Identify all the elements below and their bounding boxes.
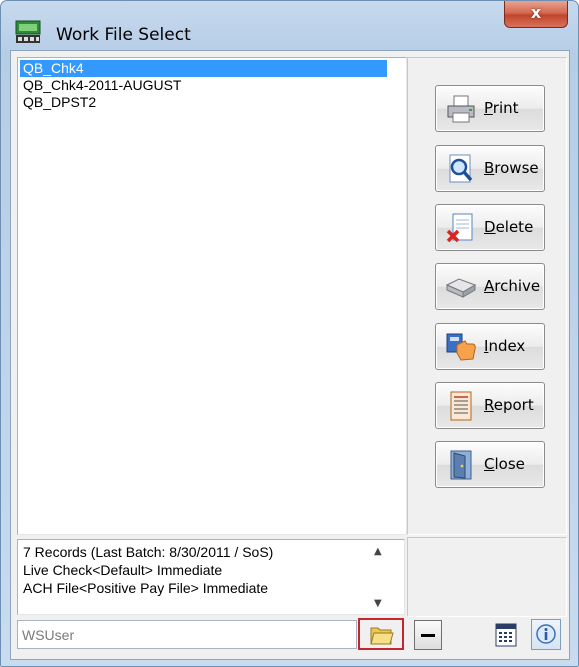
index-hand-icon [446, 333, 476, 361]
user-field[interactable]: WSUser [17, 620, 357, 649]
window-title: Work File Select [56, 25, 191, 45]
scroll-down-icon[interactable]: ▼ [374, 598, 382, 609]
browse-button[interactable]: Browse [435, 145, 545, 192]
status-line: Live Check<Default> Immediate [23, 562, 223, 578]
status-line: ACH File<Positive Pay File> Immediate [23, 580, 269, 596]
print-button[interactable]: Print [435, 85, 545, 132]
open-folder-button[interactable] [358, 618, 404, 650]
minus-icon [421, 634, 435, 637]
lower-right-panel [407, 537, 567, 617]
info-icon [536, 624, 556, 644]
work-file-list[interactable]: QB_Chk4 QB_Chk4-2011-AUGUST QB_DPST2 [17, 57, 407, 535]
dialog-body: QB_Chk4 QB_Chk4-2011-AUGUST QB_DPST2 Pri… [10, 50, 570, 660]
delete-button[interactable]: Delete [435, 204, 545, 251]
index-button[interactable]: Index [435, 323, 545, 370]
folder-icon [370, 627, 394, 645]
archive-drive-icon [445, 278, 477, 298]
scroll-up-icon[interactable]: ▲ [374, 546, 382, 557]
door-exit-icon [450, 450, 472, 480]
close-window-button[interactable]: x [504, 1, 568, 28]
file-list-item[interactable]: QB_Chk4 [20, 60, 387, 77]
delete-document-icon [446, 213, 473, 243]
report-icon [450, 391, 472, 421]
report-button[interactable]: Report [435, 382, 545, 429]
file-list-item[interactable]: QB_DPST2 [18, 94, 406, 111]
close-icon: x [530, 3, 542, 22]
title-bar[interactable]: Work File Select x [1, 1, 578, 45]
app-icon [15, 20, 41, 43]
printer-icon [447, 95, 475, 123]
close-button[interactable]: Close [435, 441, 545, 488]
remove-button[interactable] [414, 620, 442, 650]
work-file-select-window: Work File Select x QB_Chk4 QB_Chk4-2011-… [0, 0, 579, 667]
info-button[interactable] [531, 619, 561, 650]
magnifier-document-icon [449, 154, 473, 183]
action-button-panel: Print Browse Delete Archive Index Report… [407, 57, 567, 535]
status-line: 7 Records (Last Batch: 8/30/2011 / SoS) [23, 544, 274, 560]
status-info-box[interactable]: 7 Records (Last Batch: 8/30/2011 / SoS) … [17, 539, 405, 615]
file-list-item[interactable]: QB_Chk4-2011-AUGUST [18, 77, 406, 94]
archive-button[interactable]: Archive [435, 263, 545, 310]
calculator-icon[interactable] [492, 621, 520, 649]
